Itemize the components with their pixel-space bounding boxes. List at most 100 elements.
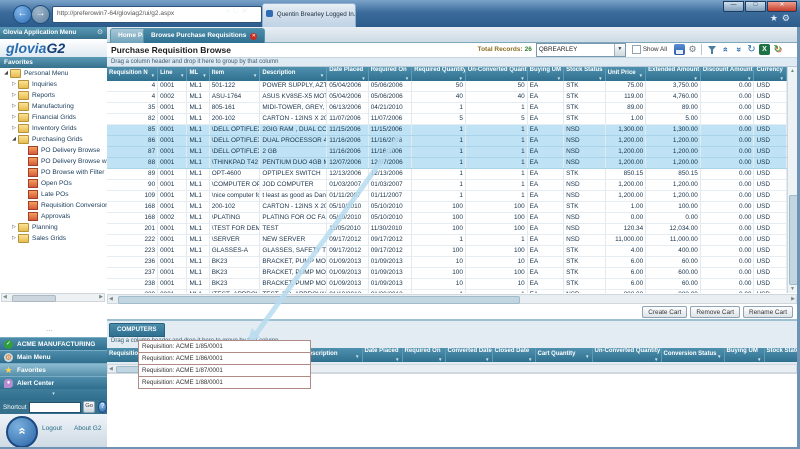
tree-item-inquiries[interactable]: ▷Inquiries [0, 79, 107, 90]
table-row[interactable]: 860001ML1\DELL OPTIFLEXDUAL PROCESSOR 4G… [107, 136, 787, 147]
sidebar-item-main-menu[interactable]: ⚙Main Menu [0, 350, 107, 363]
collapse-arrow-icon[interactable]: ◢ [2, 68, 10, 79]
filter-icon[interactable]: ▼ [585, 354, 589, 359]
scroll-right-icon[interactable]: ▶ [791, 296, 795, 303]
tree-item-open-pos[interactable]: Open POs [0, 178, 107, 189]
filter-icon[interactable]: ▼ [757, 357, 761, 362]
scroll-right-icon[interactable]: ▶ [99, 294, 103, 301]
remove-cart-button[interactable]: Remove Cart [690, 306, 740, 318]
table-row[interactable]: 880001ML1\THINKPAD T42PENTIUM DUO 4GB ME… [107, 158, 787, 169]
tree-item-po-delivery-browse[interactable]: PO Delivery Browse [0, 145, 107, 156]
refresh-icon[interactable]: ↻ [746, 44, 757, 55]
sidebar-item-acme-manufacturing[interactable]: ✓ACME MANUFACTURING [0, 337, 107, 350]
expand-arrow-icon[interactable]: ▷ [10, 79, 18, 90]
expand-arrow-icon[interactable]: ▷ [10, 233, 18, 244]
table-row[interactable]: 1680002ML1\PLATINGPLATING FOR OC FAIR JO… [107, 213, 787, 224]
table-row[interactable]: 2220001ML1\SERVERNEW SERVER09/17/201209/… [107, 235, 787, 246]
scroll-left-icon[interactable]: ◀ [109, 366, 113, 372]
back-button[interactable]: ← [13, 5, 32, 24]
collapse-panel-button[interactable]: » [6, 416, 38, 448]
column-header-item[interactable]: Item▼ [209, 67, 260, 81]
column-header-date-placed[interactable]: Date Placed▼ [327, 67, 369, 81]
tab-close-icon[interactable]: ✕ [250, 33, 257, 40]
grid-vertical-scrollbar[interactable]: ▲ ▼ [787, 67, 797, 293]
column-header-un-converted-quantity[interactable]: Un-Converted Quantity▼ [592, 348, 661, 362]
sidebar-item-alert-center[interactable]: ●Alert Center [0, 376, 107, 389]
filter-icon[interactable]: ▼ [654, 357, 658, 362]
column-header-buying-um[interactable]: Buying UM▼ [724, 348, 764, 362]
scroll-down-icon[interactable]: ▼ [788, 286, 797, 292]
table-row[interactable]: 2390001ML1\TEST_APPROVALTEST_PR_APPROVAL… [107, 290, 787, 294]
filter-icon[interactable]: ▼ [557, 76, 561, 81]
go-button[interactable]: Go [83, 401, 94, 413]
tree-item-po-delivery-browse-with-f[interactable]: PO Delivery Browse with F [0, 156, 107, 167]
forward-button[interactable]: → [31, 5, 50, 24]
menu-collapse-strip[interactable]: ▾ [0, 389, 107, 400]
filter-icon[interactable]: ▼ [528, 357, 532, 362]
expand-arrow-icon[interactable]: ▷ [10, 101, 18, 112]
scroll-thumb[interactable] [12, 295, 56, 302]
column-header-conversion-status[interactable]: Conversion Status▼ [661, 348, 724, 362]
column-header-closed-date[interactable]: Closed Date▼ [492, 348, 535, 362]
tree-item-manufacturing[interactable]: ▷Manufacturing [0, 101, 107, 112]
column-header-unit-price[interactable]: Unit Price▼ [605, 67, 646, 81]
column-header-line[interactable]: Line▼ [158, 67, 187, 81]
filter-icon[interactable]: ▼ [717, 354, 721, 359]
filter-icon[interactable]: ▼ [202, 73, 206, 78]
column-header-extended-amount[interactable]: Extended Amount▼ [646, 67, 701, 81]
favorites-star-icon[interactable]: ★ [770, 13, 782, 23]
tab-browse-purchase-requisitions[interactable]: Browse Purchase Requisitions✕ [143, 28, 265, 43]
column-header-un-converted-quantity[interactable]: Un-Converted Quantity▼ [465, 67, 527, 81]
column-header-description[interactable]: Description▼ [302, 348, 362, 362]
stop-icon[interactable]: ✕ [242, 8, 250, 15]
column-header-cart-quantity[interactable]: Cart Quantity▼ [535, 348, 592, 362]
filter-icon[interactable]: ▼ [405, 76, 409, 81]
table-row[interactable]: 890001ML1OPT-4600OPTIPLEX SWITCH12/13/20… [107, 169, 787, 180]
filter-icon[interactable]: ▼ [320, 73, 324, 78]
column-header-buying-um[interactable]: Buying UM▼ [527, 67, 563, 81]
cart-tab-computers[interactable]: COMPUTERS [109, 323, 165, 337]
tree-item-reports[interactable]: ▷Reports [0, 90, 107, 101]
column-header-discount-amount[interactable]: Discount Amount▼ [700, 67, 754, 81]
table-row[interactable]: 2360001ML1BK23BRACKET, PUMP MOUNTI01/09/… [107, 257, 787, 268]
column-header-description[interactable]: Description▼ [260, 67, 327, 81]
tree-item-purchasing-grids[interactable]: ◢Purchasing Grids [0, 134, 107, 145]
chevron-down-icon[interactable]: ▼ [614, 44, 625, 56]
tree-item-requisition-conversions[interactable]: Requisition Conversions [0, 200, 107, 211]
shortcut-input[interactable] [29, 402, 81, 413]
table-row[interactable]: 870001ML1\DELL OPTIFLEX2 GB11/16/200611/… [107, 147, 787, 158]
table-row[interactable]: 2010001ML1\TEST FOR DEMTEST11/05/201011/… [107, 224, 787, 235]
column-header-currency[interactable]: Currency▼ [754, 67, 787, 81]
table-row[interactable]: 2380001ML1BK23BRACKET, PUMP MOUNTI01/09/… [107, 279, 787, 290]
column-header-ml[interactable]: ML▼ [187, 67, 209, 81]
help-icon[interactable]: ? [98, 401, 107, 413]
table-row[interactable]: 2370001ML1BK23BRACKET, PUMP MOUNTI01/09/… [107, 268, 787, 279]
tree-item-po-browse-with-filter[interactable]: PO Browse with Filter [0, 167, 107, 178]
show-all-checkbox[interactable] [632, 45, 641, 54]
expand-arrow-icon[interactable]: ▷ [10, 123, 18, 134]
tree-item-personal-menu[interactable]: ◢Personal Menu [0, 68, 107, 79]
tree-item-financial-grids[interactable]: ▷Financial Grids [0, 112, 107, 123]
refresh-icon[interactable]: ↻ [233, 8, 242, 15]
create-cart-button[interactable]: Create Cart [642, 306, 687, 318]
minimize-button[interactable]: — [723, 1, 744, 12]
column-header-requisition-n[interactable]: Requisition N▼ [107, 67, 158, 81]
filter-icon[interactable]: ▼ [598, 76, 602, 81]
column-header-date-placed[interactable]: Date Placed▼ [362, 348, 402, 362]
filter-icon[interactable]: ▼ [485, 357, 489, 362]
pin-icon[interactable]: ⊙ [97, 27, 103, 39]
filter-icon[interactable]: ▼ [639, 73, 643, 78]
cart-dropdown[interactable]: QBREARLEY ▼ [536, 43, 626, 57]
grid-horizontal-scrollbar[interactable]: ◀ ▶ [107, 294, 797, 304]
table-row[interactable]: 900001ML1\COMPUTER OPTIMAJOD COMPUTER01/… [107, 180, 787, 191]
filter-icon[interactable]: ▼ [253, 73, 257, 78]
tree-item-planning[interactable]: ▷Planning [0, 222, 107, 233]
expand-arrow-icon[interactable]: ▷ [10, 90, 18, 101]
filter-icon[interactable]: ▼ [438, 357, 442, 362]
filter-icon[interactable] [707, 44, 718, 55]
search-icon[interactable]: ⌕ [226, 8, 233, 15]
table-row[interactable]: 2230001ML1GLASSES-AGLASSES, SAFETY TYPE … [107, 246, 787, 257]
table-row[interactable]: 350001ML1805-161MIDI-TOWER, GREY, W/O06/… [107, 103, 787, 114]
scroll-left-icon[interactable]: ◀ [3, 294, 7, 301]
tree-item-approvals[interactable]: Approvals [0, 211, 107, 222]
